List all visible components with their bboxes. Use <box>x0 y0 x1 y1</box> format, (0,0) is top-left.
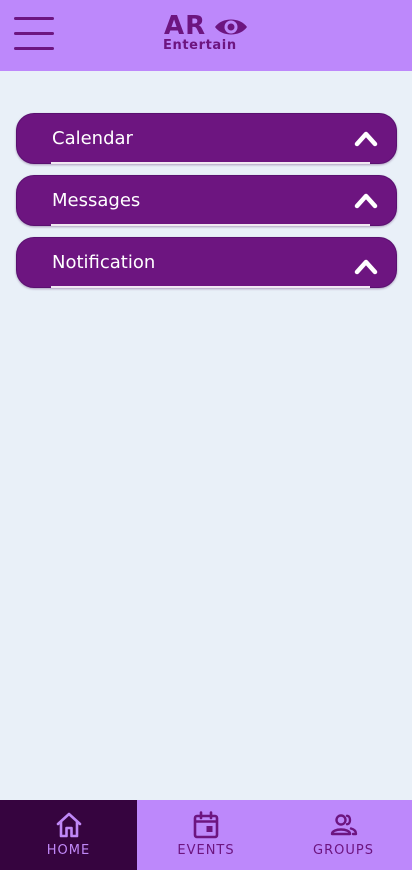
nav-home[interactable]: HOME <box>0 800 137 870</box>
section-messages-label: Messages <box>52 190 141 211</box>
calendar-icon <box>193 811 219 839</box>
section-divider <box>51 286 370 288</box>
section-notification-label: Notification <box>52 252 156 273</box>
nav-events[interactable]: EVENTS <box>137 800 275 870</box>
section-divider <box>51 162 370 164</box>
section-calendar[interactable]: Calendar <box>16 113 397 164</box>
nav-groups-label: GROUPS <box>313 843 374 858</box>
logo-sub-text: Entertain <box>163 38 237 53</box>
hamburger-bar <box>14 32 54 35</box>
nav-home-label: HOME <box>46 843 91 858</box>
hamburger-menu-icon[interactable] <box>14 16 54 52</box>
nav-groups[interactable]: GROUPS <box>275 800 412 870</box>
chevron-up-icon <box>354 131 378 147</box>
section-notification[interactable]: Notification <box>16 237 397 288</box>
chevron-up-icon <box>354 193 378 209</box>
hamburger-bar <box>14 47 54 50</box>
chevron-up-icon <box>354 259 378 275</box>
eye-logo-icon <box>215 19 247 35</box>
section-divider <box>51 224 370 226</box>
logo-main-text: AR <box>164 11 207 41</box>
section-messages[interactable]: Messages <box>16 175 397 226</box>
bottom-navigation: HOME EVENTS GROUPS <box>0 800 412 870</box>
app-logo[interactable]: AR Entertain <box>162 11 252 56</box>
nav-events-label: EVENTS <box>177 843 235 858</box>
top-app-bar: AR Entertain <box>0 0 412 71</box>
section-calendar-label: Calendar <box>52 128 133 149</box>
people-icon <box>330 814 357 836</box>
home-icon <box>56 812 81 838</box>
hamburger-bar <box>14 17 54 20</box>
